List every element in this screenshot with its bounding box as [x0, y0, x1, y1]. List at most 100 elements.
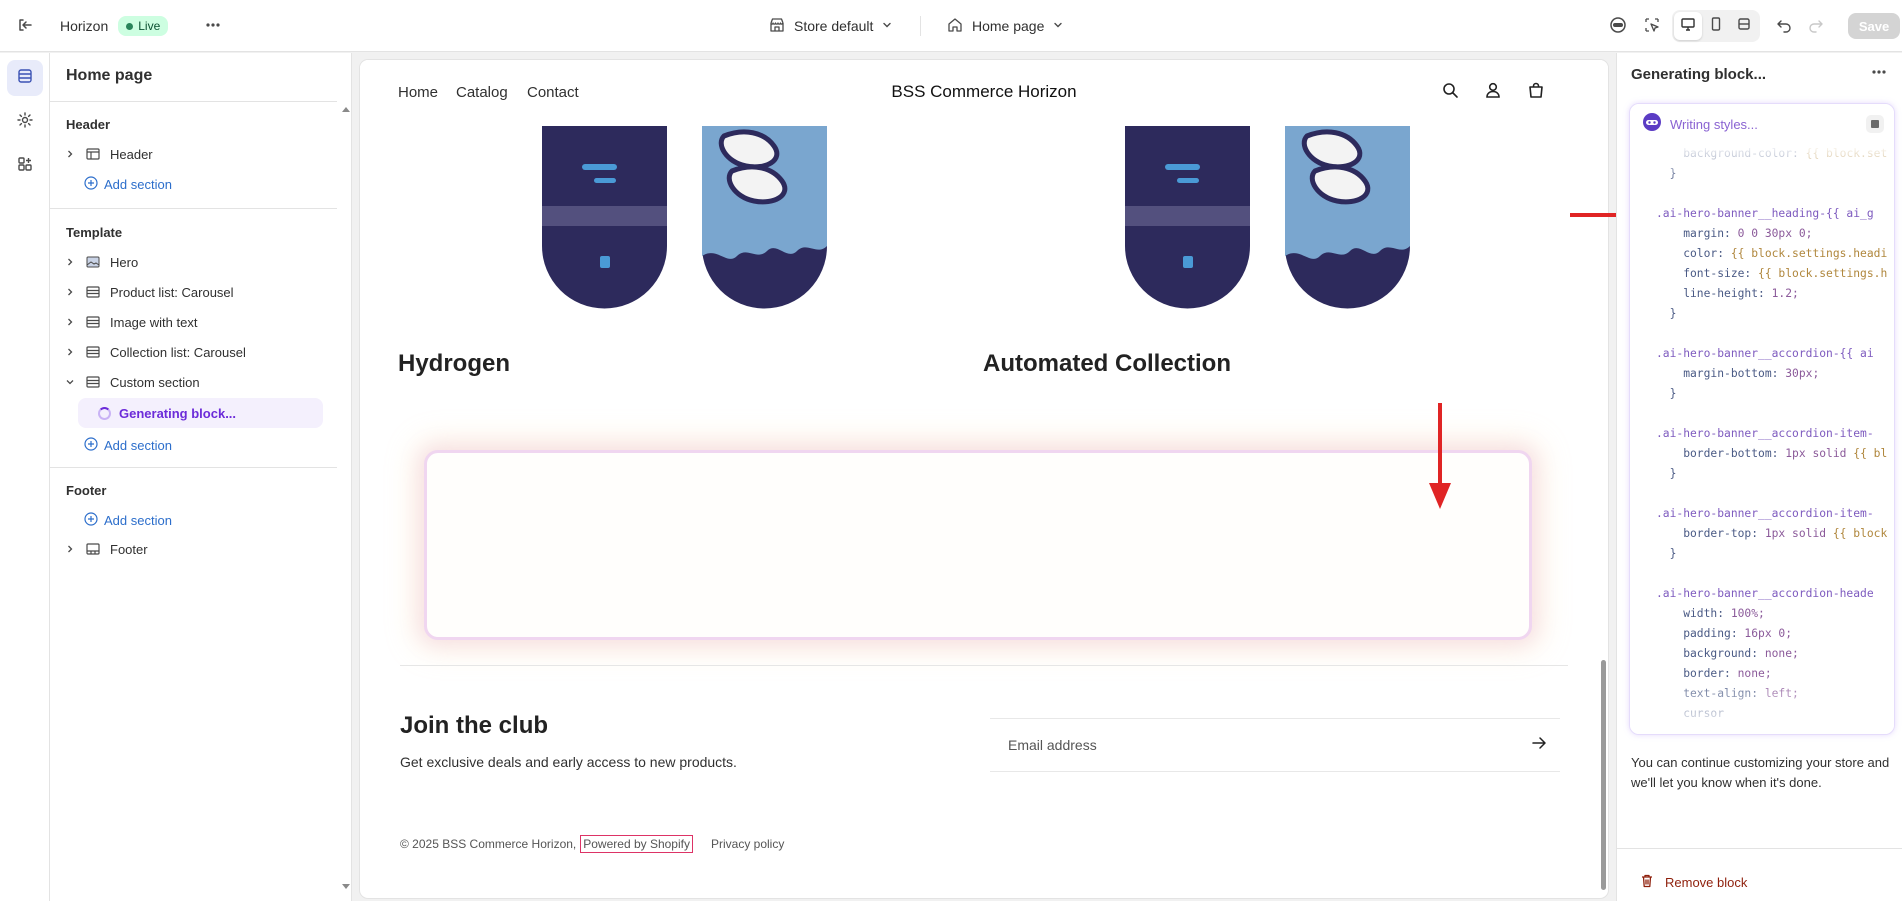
arrow-right-icon[interactable]	[1530, 734, 1548, 757]
section-item-custom-section[interactable]: Custom section	[62, 369, 200, 395]
trash-icon	[1639, 873, 1655, 892]
gear-icon	[16, 111, 34, 134]
ai-status-header: Writing styles...	[1630, 104, 1894, 144]
store-name[interactable]: BSS Commerce Horizon	[360, 82, 1608, 102]
theme-name-label: Horizon	[60, 18, 109, 34]
live-label: Live	[138, 19, 161, 33]
generating-block-placeholder[interactable]	[424, 450, 1532, 640]
chevron-right-icon[interactable]	[62, 317, 78, 327]
chevron-down-icon	[1052, 18, 1064, 34]
generating-block-label: Generating block...	[119, 405, 237, 421]
desktop-view-button[interactable]	[1674, 12, 1702, 40]
section-item-image-with-text[interactable]: Image with text	[62, 309, 197, 335]
section-item-hero[interactable]: Hero	[62, 249, 138, 275]
chevron-right-icon[interactable]	[62, 544, 78, 554]
apps-icon	[16, 155, 34, 178]
sidekick-icon	[1608, 15, 1628, 38]
store-selector[interactable]: Store default	[768, 0, 893, 52]
chevron-right-icon[interactable]	[62, 287, 78, 297]
snowboard-image[interactable]	[1125, 126, 1250, 312]
section-item-label: Header	[110, 146, 153, 162]
fullscreen-view-button[interactable]	[1730, 12, 1758, 40]
remove-block-button[interactable]: Remove block	[1639, 873, 1747, 892]
annotation-arrow-down-icon	[1428, 403, 1452, 518]
collection-title[interactable]: Automated Collection	[983, 350, 1231, 378]
snowboard-image[interactable]	[702, 126, 827, 312]
section-item-footer[interactable]: Footer	[62, 536, 148, 562]
theme-settings-button[interactable]	[7, 104, 43, 140]
stop-generation-button[interactable]	[1866, 115, 1884, 133]
ai-status-label: Writing styles...	[1670, 116, 1758, 132]
preview-scrollbar[interactable]	[1601, 660, 1606, 890]
add-section-footer-button[interactable]: Add section	[84, 509, 172, 531]
add-section-template-button[interactable]: Add section	[84, 434, 172, 456]
code-line: }	[1656, 307, 1677, 320]
ai-sidekick-button[interactable]	[1608, 0, 1628, 52]
newsletter-title: Join the club	[400, 712, 549, 739]
section-item-header[interactable]: Header	[62, 141, 153, 167]
save-button[interactable]: Save	[1848, 13, 1900, 39]
user-icon	[1484, 81, 1502, 104]
snowboard-image[interactable]	[542, 126, 667, 312]
panel-scrollbar[interactable]	[341, 103, 350, 893]
account-button[interactable]	[1481, 80, 1505, 104]
section-layout-icon	[84, 314, 102, 330]
code-line: line-height: 1.2;	[1656, 287, 1799, 300]
collection-title[interactable]: Hydrogen	[398, 350, 510, 378]
mobile-view-button[interactable]	[1702, 12, 1730, 40]
shopping-bag-icon	[1527, 81, 1545, 104]
add-section-label: Add section	[104, 437, 172, 453]
store-header: Home Catalog Contact BSS Commerce Horizo…	[360, 60, 1608, 126]
section-item-label: Image with text	[110, 314, 198, 330]
live-dot-icon	[126, 22, 134, 30]
inspector-button[interactable]	[1643, 0, 1661, 52]
exit-icon	[16, 16, 34, 37]
newsletter-subtitle: Get exclusive deals and early access to …	[400, 754, 737, 770]
plus-circle-icon	[84, 511, 98, 529]
chevron-down-icon	[881, 18, 893, 34]
section-item-product-list[interactable]: Product list: Carousel	[62, 279, 234, 305]
panel-more-button[interactable]	[1870, 63, 1888, 86]
plus-circle-icon	[84, 436, 98, 454]
code-line: .ai-hero-banner__accordion-item-	[1656, 507, 1874, 520]
cart-button[interactable]	[1524, 80, 1548, 104]
generating-block-item[interactable]: Generating block...	[78, 398, 323, 428]
code-line: }	[1656, 387, 1677, 400]
ellipsis-icon	[204, 16, 222, 37]
panel-divider	[1617, 848, 1902, 849]
page-selector[interactable]: Home page	[946, 0, 1064, 52]
apps-button[interactable]	[7, 148, 43, 184]
code-line: }	[1656, 467, 1677, 480]
email-field[interactable]: Email address	[990, 718, 1560, 772]
add-section-header-button[interactable]: Add section	[84, 173, 172, 195]
redo-button[interactable]	[1808, 0, 1824, 52]
snowboard-image[interactable]	[1285, 126, 1410, 312]
section-item-collection-list[interactable]: Collection list: Carousel	[62, 339, 246, 365]
code-line: .ai-hero-banner__accordion-{{ ai	[1656, 347, 1874, 360]
panel-title: Home page	[66, 67, 153, 84]
store-footer: © 2025 BSS Commerce Horizon, Powered by …	[400, 835, 784, 853]
powered-by-link[interactable]: Powered by Shopify	[580, 835, 693, 853]
section-item-label: Footer	[110, 541, 148, 557]
more-options-button[interactable]	[204, 0, 222, 52]
privacy-policy-link[interactable]: Privacy policy	[711, 837, 784, 851]
chevron-right-icon[interactable]	[62, 149, 78, 159]
ellipsis-icon	[1870, 68, 1888, 85]
section-layout-icon	[84, 344, 102, 360]
undo-button[interactable]	[1776, 0, 1792, 52]
group-title-template: Template	[66, 225, 123, 240]
search-button[interactable]	[1438, 80, 1462, 104]
page-selector-label: Home page	[972, 18, 1045, 34]
top-bar: Horizon Live Store default Home page Sav…	[0, 0, 1902, 52]
add-section-label: Add section	[104, 512, 172, 528]
chevron-right-icon[interactable]	[62, 347, 78, 357]
sections-tab-button[interactable]	[7, 60, 43, 96]
code-line: .ai-hero-banner__heading-{{ ai_g	[1656, 207, 1874, 220]
search-icon	[1441, 81, 1459, 104]
chevron-right-icon[interactable]	[62, 257, 78, 267]
code-line: padding: 16px 0;	[1656, 627, 1793, 640]
exit-button[interactable]	[16, 0, 34, 52]
chevron-down-icon[interactable]	[62, 377, 78, 387]
code-line: border-bottom: 1px solid {{ bl	[1656, 447, 1888, 460]
